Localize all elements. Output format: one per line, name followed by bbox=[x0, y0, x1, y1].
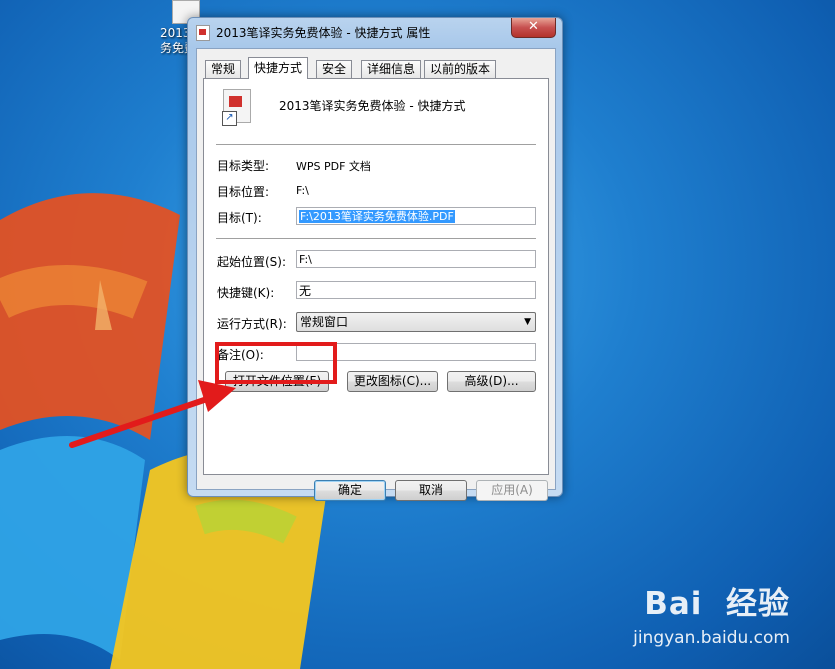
separator bbox=[216, 144, 536, 146]
advanced-button[interactable]: 高级(D)... bbox=[447, 371, 536, 392]
watermark-brand: Bai 经验 bbox=[644, 578, 790, 623]
tab-details[interactable]: 详细信息 bbox=[361, 60, 422, 78]
cancel-button[interactable]: 取消 bbox=[395, 480, 467, 501]
shortcut-name: 2013笔译实务免费体验 - 快捷方式 bbox=[279, 99, 466, 113]
run-select[interactable]: 常规窗口 ▼ bbox=[296, 312, 536, 332]
target-label: 目标(T): bbox=[217, 211, 262, 225]
dropdown-arrow-icon: ▼ bbox=[524, 317, 531, 327]
run-label: 运行方式(R): bbox=[217, 317, 287, 331]
target-location-value: F:\ bbox=[296, 184, 309, 197]
separator bbox=[216, 238, 536, 240]
highlight-box bbox=[215, 342, 337, 384]
run-select-value: 常规窗口 bbox=[300, 315, 349, 329]
window-title: 2013笔译实务免费体验 - 快捷方式 属性 bbox=[216, 26, 431, 40]
dialog-client-area: 常规 快捷方式 安全 详细信息 以前的版本 2013笔译实务免费体验 - 快捷方… bbox=[196, 48, 556, 501]
tab-general[interactable]: 常规 bbox=[205, 60, 242, 78]
start-in-field[interactable]: F:\ bbox=[296, 250, 536, 268]
target-field-text: F:\2013笔译实务免费体验.PDF bbox=[299, 210, 455, 223]
hotkey-label: 快捷键(K): bbox=[217, 286, 275, 300]
tab-previous-versions[interactable]: 以前的版本 bbox=[424, 60, 497, 78]
hotkey-field[interactable]: 无 bbox=[296, 281, 536, 299]
watermark-brand-text: Bai 经验 bbox=[644, 586, 790, 622]
target-type-value: WPS PDF 文档 bbox=[296, 160, 371, 173]
change-icon-button[interactable]: 更改图标(C)... bbox=[347, 371, 438, 392]
tab-shortcut[interactable]: 快捷方式 bbox=[248, 57, 309, 79]
tab-security[interactable]: 安全 bbox=[316, 60, 353, 78]
start-in-label: 起始位置(S): bbox=[217, 255, 287, 269]
shortcut-file-icon bbox=[196, 25, 210, 41]
baidu-jingyan-watermark: Bai 经验 jingyan.baidu.com bbox=[633, 578, 790, 648]
close-button[interactable]: ✕ bbox=[511, 18, 556, 38]
target-field[interactable]: F:\2013笔译实务免费体验.PDF bbox=[296, 207, 536, 225]
shortcut-tab-page: 2013笔译实务免费体验 - 快捷方式 目标类型: WPS PDF 文档 目标位… bbox=[203, 78, 549, 475]
title-bar[interactable]: 2013笔译实务免费体验 - 快捷方式 属性 ✕ bbox=[188, 18, 562, 46]
watermark-url: jingyan.baidu.com bbox=[633, 628, 790, 648]
target-type-label: 目标类型: bbox=[217, 159, 270, 173]
shortcut-icon bbox=[222, 89, 251, 126]
target-location-label: 目标位置: bbox=[217, 185, 270, 199]
ok-button[interactable]: 确定 bbox=[314, 480, 386, 501]
apply-button[interactable]: 应用(A) bbox=[476, 480, 548, 501]
properties-dialog: 2013笔译实务免费体验 - 快捷方式 属性 ✕ 常规 快捷方式 安全 详细信息… bbox=[187, 17, 563, 501]
